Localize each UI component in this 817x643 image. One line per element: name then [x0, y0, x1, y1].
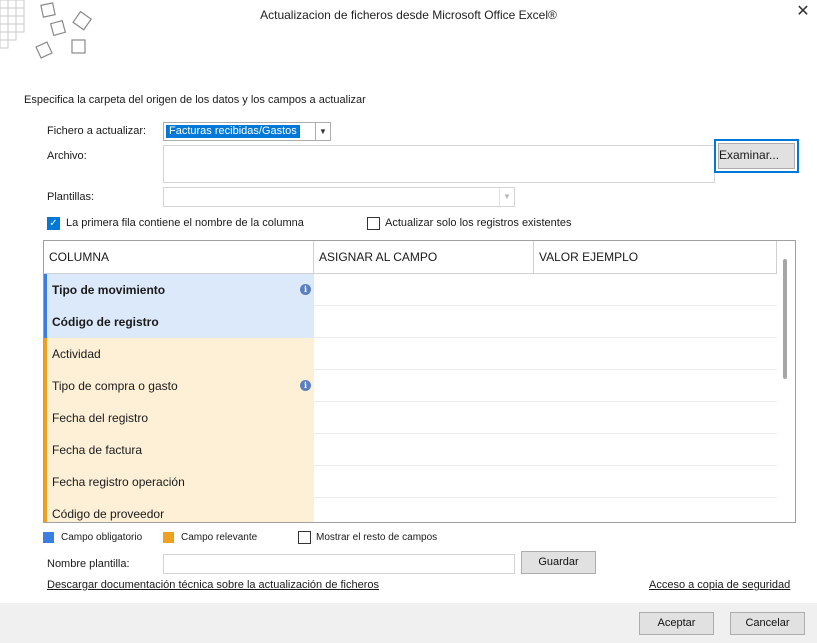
columna-cell: Fecha de factura [44, 434, 314, 466]
only-existing-label: Actualizar solo los registros existentes [385, 217, 572, 229]
grid-header: COLUMNA ASIGNAR AL CAMPO VALOR EJEMPLO [44, 241, 777, 274]
header-valor-ejemplo[interactable]: VALOR EJEMPLO [534, 241, 777, 273]
table-row[interactable]: Código de proveedor [44, 498, 777, 522]
nombre-plantilla-input[interactable] [163, 554, 515, 574]
plantillas-label: Plantillas: [47, 191, 95, 203]
mostrar-resto-label: Mostrar el resto de campos [316, 532, 438, 543]
table-row[interactable]: Tipo de compra o gasto i [44, 370, 777, 402]
backup-link[interactable]: Acceso a copia de seguridad [649, 579, 790, 591]
plantillas-select[interactable]: ▼ [163, 187, 515, 207]
nombre-plantilla-label: Nombre plantilla: [47, 558, 130, 570]
header-asignar-campo[interactable]: ASIGNAR AL CAMPO [314, 241, 534, 273]
columna-cell: Tipo de movimiento i [44, 274, 314, 306]
aceptar-button[interactable]: Aceptar [639, 612, 714, 635]
fichero-select[interactable]: Facturas recibidas/Gastos ▼ [163, 122, 331, 141]
section-instructions: Especifica la carpeta del origen de los … [24, 94, 366, 106]
mostrar-resto-checkbox[interactable] [298, 531, 311, 544]
download-docs-link[interactable]: Descargar documentación técnica sobre la… [47, 579, 379, 591]
cancelar-button[interactable]: Cancelar [730, 612, 805, 635]
first-row-label: La primera fila contiene el nombre de la… [66, 217, 304, 229]
columna-cell: Actividad [44, 338, 314, 370]
table-row[interactable]: Fecha registro operación [44, 466, 777, 498]
guardar-button[interactable]: Guardar [521, 551, 596, 574]
fichero-selected-value: Facturas recibidas/Gastos [166, 125, 300, 138]
columna-cell: Código de proveedor [44, 498, 314, 522]
examinar-button-label: Examinar... [718, 143, 795, 169]
columns-grid[interactable]: COLUMNA ASIGNAR AL CAMPO VALOR EJEMPLO T… [43, 240, 796, 523]
table-row[interactable]: Fecha de factura [44, 434, 777, 466]
header-columna[interactable]: COLUMNA [44, 241, 314, 273]
table-row[interactable]: Código de registro [44, 306, 777, 338]
close-icon[interactable]: ✕ [794, 3, 812, 21]
archivo-label: Archivo: [47, 150, 87, 162]
legend-relevante-label: Campo relevante [181, 532, 258, 543]
table-row[interactable]: Fecha del registro [44, 402, 777, 434]
window-title: Actualizacion de ficheros desde Microsof… [260, 8, 557, 22]
legend-relevante-swatch [163, 532, 174, 543]
first-row-checkbox[interactable]: ✓ [47, 217, 60, 230]
columna-cell: Fecha del registro [44, 402, 314, 434]
legend-obligatorio-label: Campo obligatorio [61, 532, 143, 543]
checkmark-icon: ✓ [49, 218, 58, 229]
only-existing-checkbox[interactable] [367, 217, 380, 230]
columna-cell: Fecha registro operación [44, 466, 314, 498]
table-row[interactable]: Actividad [44, 338, 777, 370]
columna-cell: Tipo de compra o gasto i [44, 370, 314, 402]
archivo-field[interactable] [163, 145, 715, 183]
legend-obligatorio-swatch [43, 532, 54, 543]
chevron-down-icon: ▼ [315, 123, 330, 140]
examinar-button[interactable]: Examinar... [714, 139, 799, 173]
columna-cell: Código de registro [44, 306, 314, 338]
fichero-label: Fichero a actualizar: [47, 125, 147, 137]
table-row[interactable]: Tipo de movimiento i [44, 274, 777, 306]
info-icon[interactable]: i [300, 284, 311, 295]
info-icon[interactable]: i [300, 380, 311, 391]
grid-scrollbar[interactable] [783, 259, 787, 379]
chevron-down-icon: ▼ [499, 188, 514, 206]
